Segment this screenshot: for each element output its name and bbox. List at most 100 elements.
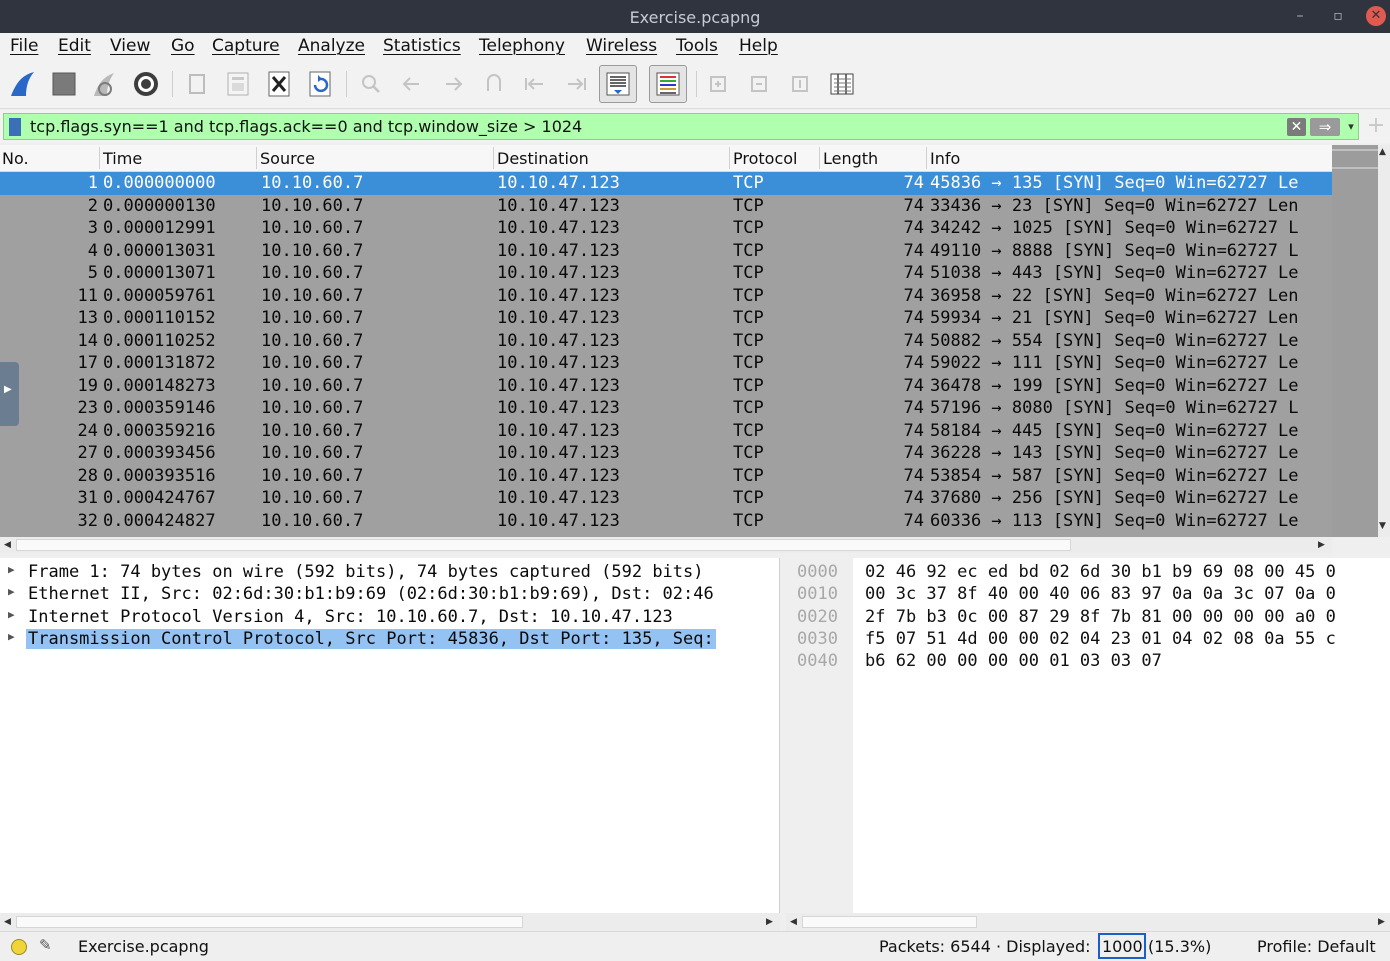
menu-file[interactable]: File — [10, 36, 38, 56]
bytes-hscrollbar[interactable]: ◀ ▶ — [786, 913, 1390, 931]
last-packet-icon[interactable] — [557, 65, 595, 103]
menu-analyze[interactable]: Analyze — [298, 36, 365, 56]
menu-go[interactable]: Go — [171, 36, 195, 56]
packet-row[interactable]: 23 0.000359146 10.10.60.7 10.10.47.123 TCP 74… — [0, 397, 1332, 420]
scroll-right-icon[interactable]: ▶ — [766, 917, 773, 927]
restore-button[interactable]: ▫ — [1328, 6, 1348, 26]
column-no[interactable]: No. — [2, 149, 29, 168]
packet-row[interactable]: 3 0.000012991 10.10.60.7 10.10.47.123 TCP 74 3… — [0, 217, 1332, 240]
scroll-left-icon[interactable]: ◀ — [790, 917, 797, 927]
packet-row[interactable]: 24 0.000359216 10.10.60.7 10.10.47.123 TCP 74… — [0, 420, 1332, 443]
capture-options-icon[interactable] — [127, 65, 165, 103]
column-destination[interactable]: Destination — [497, 149, 589, 168]
menu-tools[interactable]: Tools — [676, 36, 718, 56]
scroll-right-icon[interactable]: ▶ — [1318, 540, 1325, 550]
scrollbar-track[interactable]: ▲ ▼ — [1378, 145, 1390, 537]
add-filter-button[interactable]: + — [1366, 112, 1386, 140]
expert-info-indicator-icon[interactable] — [11, 939, 27, 955]
packet-row[interactable]: 31 0.000424767 10.10.60.7 10.10.47.123 TCP 74… — [0, 487, 1332, 510]
menu-view[interactable]: View — [110, 36, 150, 56]
packet-length: 74 — [903, 173, 924, 193]
scroll-down-icon[interactable]: ▼ — [1379, 521, 1386, 531]
close-file-icon[interactable] — [260, 65, 298, 103]
menu-help[interactable]: Help — [739, 36, 778, 56]
toolbar-separator — [172, 71, 173, 97]
column-protocol[interactable]: Protocol — [733, 149, 797, 168]
zoom-in-icon[interactable] — [699, 65, 737, 103]
column-info[interactable]: Info — [930, 149, 960, 168]
stop-capture-icon[interactable] — [45, 65, 83, 103]
save-file-icon[interactable] — [219, 65, 257, 103]
packet-list-hscrollbar[interactable]: ◀ ▶ — [0, 537, 1332, 553]
packet-protocol: TCP — [733, 443, 764, 463]
normal-size-icon[interactable] — [781, 65, 819, 103]
bookmark-icon[interactable] — [9, 118, 21, 136]
scrollbar-thumb[interactable] — [16, 539, 1071, 551]
first-packet-icon[interactable] — [516, 65, 554, 103]
menu-capture[interactable]: Capture — [212, 36, 280, 56]
packet-row[interactable]: 13 0.000110152 10.10.60.7 10.10.47.123 TCP 74… — [0, 307, 1332, 330]
packet-row[interactable]: 14 0.000110252 10.10.60.7 10.10.47.123 TCP 74… — [0, 330, 1332, 353]
detail-row-tcp[interactable]: ▶ Transmission Control Protocol, Src Port… — [0, 628, 779, 650]
minimize-button[interactable]: – — [1290, 6, 1310, 26]
detail-row-frame[interactable]: ▶ Frame 1: 74 bytes on wire (592 bits), 7… — [0, 561, 779, 583]
details-hscrollbar[interactable]: ◀ ▶ — [0, 913, 780, 931]
shark-fin-start-icon[interactable] — [4, 65, 42, 103]
packet-row[interactable]: 5 0.000013071 10.10.60.7 10.10.47.123 TCP 74 5… — [0, 262, 1332, 285]
packet-row[interactable]: 19 0.000148273 10.10.60.7 10.10.47.123 TCP 74… — [0, 375, 1332, 398]
packet-length: 74 — [903, 308, 924, 328]
autoscroll-icon[interactable] — [599, 65, 637, 103]
restart-capture-icon[interactable] — [86, 65, 124, 103]
packet-destination: 10.10.47.123 — [497, 308, 620, 328]
go-forward-icon[interactable] — [434, 65, 472, 103]
packet-protocol: TCP — [733, 353, 764, 373]
scrollbar-thumb[interactable] — [802, 916, 977, 928]
find-packet-icon[interactable] — [352, 65, 390, 103]
close-window-button[interactable]: ✕ — [1366, 6, 1386, 26]
menu-edit[interactable]: Edit — [58, 36, 91, 56]
scroll-right-icon[interactable]: ▶ — [1378, 917, 1385, 927]
packet-row[interactable]: 28 0.000393516 10.10.60.7 10.10.47.123 TCP 74… — [0, 465, 1332, 488]
minimap-viewport[interactable] — [1332, 149, 1378, 169]
detail-row-ip[interactable]: ▶ Internet Protocol Version 4, Src: 10.10… — [0, 606, 779, 628]
status-profile[interactable]: Profile: Default — [1257, 937, 1376, 956]
packet-minimap[interactable] — [1332, 145, 1378, 537]
packet-list-scrollbar[interactable]: ▲ ▼ — [1332, 145, 1390, 537]
packet-row[interactable]: 11 0.000059761 10.10.60.7 10.10.47.123 TCP 74… — [0, 285, 1332, 308]
detail-row-ethernet[interactable]: ▶ Ethernet II, Src: 02:6d:30:b1:b9:69 (02… — [0, 583, 779, 605]
column-length[interactable]: Length — [823, 149, 878, 168]
scroll-left-icon[interactable]: ◀ — [4, 540, 11, 550]
open-file-icon[interactable] — [178, 65, 216, 103]
resize-columns-icon[interactable] — [823, 65, 861, 103]
menu-statistics[interactable]: Statistics — [383, 36, 461, 56]
packet-row[interactable]: 32 0.000424827 10.10.60.7 10.10.47.123 TCP 74… — [0, 510, 1332, 533]
menu-wireless[interactable]: Wireless — [586, 36, 657, 56]
zoom-out-icon[interactable] — [740, 65, 778, 103]
packet-source: 10.10.60.7 — [261, 398, 364, 418]
packet-row[interactable]: 4 0.000013031 10.10.60.7 10.10.47.123 TCP 74 4… — [0, 240, 1332, 263]
scroll-up-icon[interactable]: ▲ — [1379, 147, 1386, 157]
packet-row[interactable]: 1 0.000000000 10.10.60.7 10.10.47.123 TCP 74 4… — [0, 172, 1332, 195]
column-source[interactable]: Source — [260, 149, 315, 168]
go-to-packet-icon[interactable] — [475, 65, 513, 103]
clear-filter-button[interactable]: ✕ — [1287, 118, 1306, 136]
reload-file-icon[interactable] — [301, 65, 339, 103]
scroll-left-icon[interactable]: ◀ — [4, 917, 11, 927]
packet-row[interactable]: 17 0.000131872 10.10.60.7 10.10.47.123 TCP 74… — [0, 352, 1332, 375]
filter-history-dropdown[interactable]: ▾ — [1344, 118, 1358, 136]
display-filter-input[interactable] — [30, 115, 1270, 138]
sidebar-handle[interactable]: ▶ — [0, 362, 19, 426]
packet-row[interactable]: 27 0.000393456 10.10.60.7 10.10.47.123 TCP 74… — [0, 442, 1332, 465]
expand-arrow-icon[interactable]: ▶ — [8, 563, 15, 576]
packet-row[interactable]: 2 0.000000130 10.10.60.7 10.10.47.123 TCP 74 3… — [0, 195, 1332, 218]
scrollbar-thumb[interactable] — [16, 916, 523, 928]
go-back-icon[interactable] — [393, 65, 431, 103]
apply-filter-button[interactable]: ⇒ — [1310, 118, 1340, 136]
capture-comment-icon[interactable]: ✎ — [39, 936, 52, 954]
menu-telephony[interactable]: Telephony — [479, 36, 565, 56]
colorize-icon[interactable] — [649, 65, 687, 103]
expand-arrow-icon[interactable]: ▶ — [8, 608, 15, 621]
column-time[interactable]: Time — [103, 149, 142, 168]
expand-arrow-icon[interactable]: ▶ — [8, 585, 15, 598]
expand-arrow-icon[interactable]: ▶ — [8, 630, 15, 643]
